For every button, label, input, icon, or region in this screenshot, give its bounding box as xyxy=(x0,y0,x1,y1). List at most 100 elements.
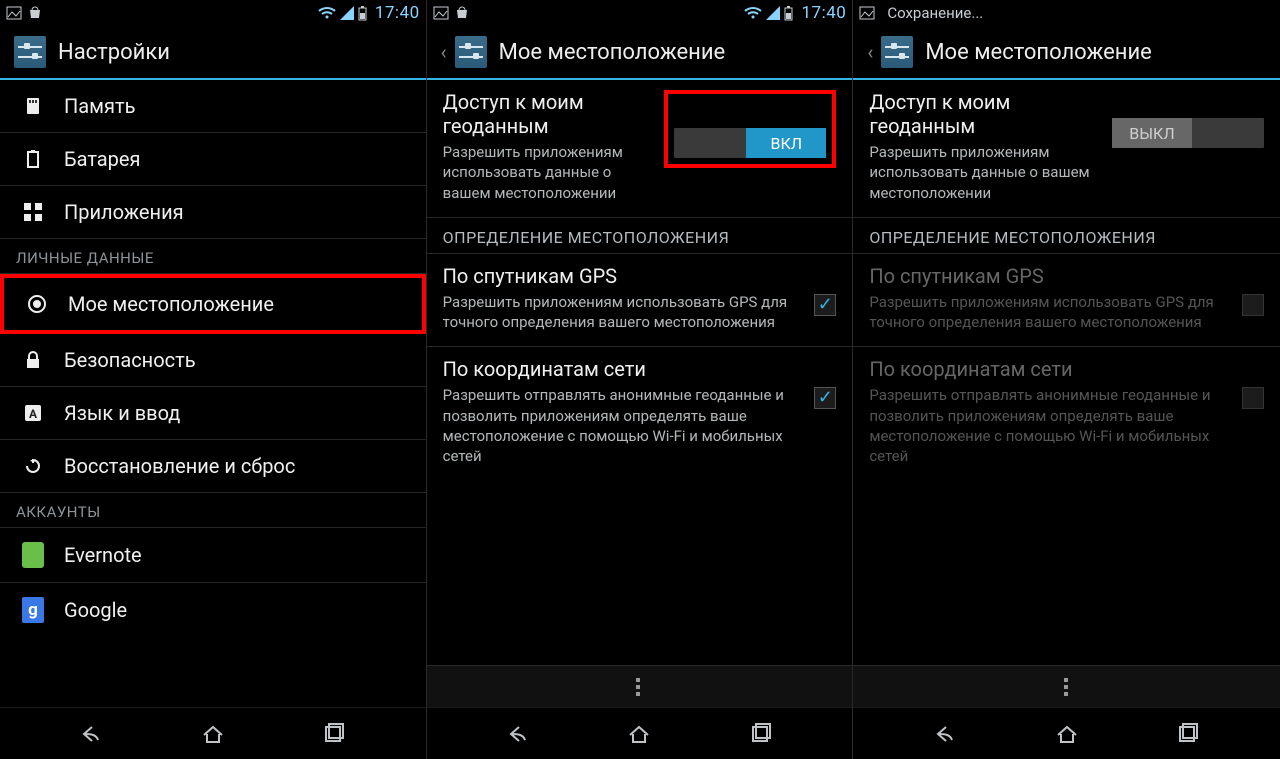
label: Приложения xyxy=(64,200,184,224)
label: Язык и ввод xyxy=(64,401,180,425)
back-button[interactable] xyxy=(915,716,975,752)
label: Батарея xyxy=(64,147,140,171)
label: Мое местоположение xyxy=(68,292,274,316)
label: Восстановление и сброс xyxy=(64,454,295,478)
back-button[interactable] xyxy=(488,716,548,752)
row-battery[interactable]: Батарея xyxy=(0,133,426,186)
status-bar: 17:40 xyxy=(0,0,426,26)
settings-icon xyxy=(14,36,46,68)
desc: Разрешить отправлять анонимные геоданные… xyxy=(869,385,1230,466)
restore-icon xyxy=(22,456,44,476)
title: По координатам сети xyxy=(869,357,1230,381)
label: Безопасность xyxy=(64,348,196,372)
wifi-icon xyxy=(318,6,336,20)
desc: Разрешить приложениям использовать данны… xyxy=(443,142,653,203)
geo-toggle[interactable]: ВЫКЛ xyxy=(1112,118,1264,148)
section-detect: ОПРЕДЕЛЕНИЕ МЕСТОПОЛОЖЕНИЯ xyxy=(853,218,1280,254)
title: По координатам сети xyxy=(443,357,803,381)
back-chevron-icon: ‹ xyxy=(441,40,447,64)
battery-icon xyxy=(22,149,44,169)
lock-icon xyxy=(22,350,44,370)
row-apps[interactable]: Приложения xyxy=(0,186,426,239)
section-detect: ОПРЕДЕЛЕНИЕ МЕСТОПОЛОЖЕНИЯ xyxy=(427,218,853,254)
app-header[interactable]: ‹ Мое местоположение xyxy=(853,26,1280,80)
overflow-bar xyxy=(427,665,853,707)
location-settings: Доступ к моим геоданным Разрешить прилож… xyxy=(853,80,1280,707)
battery-icon xyxy=(784,6,793,21)
page-title: Настройки xyxy=(58,40,170,65)
overflow-icon[interactable] xyxy=(636,678,642,696)
apps-icon xyxy=(22,202,44,222)
picture-icon xyxy=(6,6,22,20)
geo-toggle[interactable]: ВКЛ xyxy=(674,128,826,158)
back-chevron-icon: ‹ xyxy=(867,40,873,64)
recent-button[interactable] xyxy=(304,716,364,752)
page-title: Мое местоположение xyxy=(925,40,1152,65)
gps-checkbox xyxy=(1242,294,1264,316)
clock: 17:40 xyxy=(801,3,846,23)
label: Память xyxy=(64,94,135,118)
screen-settings: 17:40 Настройки Память Батарея Приложени… xyxy=(0,0,427,759)
overflow-icon[interactable] xyxy=(1064,678,1070,696)
back-button[interactable] xyxy=(61,716,121,752)
row-network-disabled: По координатам сети Разрешить отправлять… xyxy=(853,347,1280,480)
nav-bar xyxy=(0,707,426,759)
settings-list: Память Батарея Приложения ЛИЧНЫЕ ДАННЫЕ … xyxy=(0,80,426,707)
title: По спутникам GPS xyxy=(443,264,803,288)
shopping-icon xyxy=(455,6,469,20)
app-header: Настройки xyxy=(0,26,426,80)
desc: Разрешить приложениям использовать GPS д… xyxy=(869,292,1230,333)
title: По спутникам GPS xyxy=(869,264,1230,288)
label: Google xyxy=(64,598,127,622)
settings-icon xyxy=(455,36,487,68)
language-icon: A xyxy=(22,403,44,423)
row-geo-access[interactable]: Доступ к моим геоданным Разрешить прилож… xyxy=(853,80,1280,218)
row-geo-access[interactable]: Доступ к моим геоданным Разрешить прилож… xyxy=(427,80,853,218)
label: Evernote xyxy=(64,543,142,567)
home-button[interactable] xyxy=(609,716,669,752)
picture-icon xyxy=(859,6,875,20)
signal-icon xyxy=(340,6,354,20)
row-google[interactable]: g Google xyxy=(0,583,426,637)
sd-card-icon xyxy=(22,96,44,116)
overflow-bar xyxy=(853,665,1280,707)
title: Доступ к моим геоданным xyxy=(443,90,653,138)
row-security[interactable]: Безопасность xyxy=(0,334,426,387)
desc: Разрешить отправлять анонимные геоданные… xyxy=(443,385,803,466)
app-header[interactable]: ‹ Мое местоположение xyxy=(427,26,853,80)
google-icon: g xyxy=(22,597,44,623)
saving-label: Сохранение... xyxy=(887,4,983,22)
page-title: Мое местоположение xyxy=(499,40,726,65)
row-language[interactable]: A Язык и ввод xyxy=(0,387,426,440)
status-bar: Сохранение... xyxy=(853,0,1280,26)
row-location[interactable]: Мое местоположение xyxy=(0,274,426,334)
row-restore[interactable]: Восстановление и сброс xyxy=(0,440,426,493)
clock: 17:40 xyxy=(375,3,420,23)
home-button[interactable] xyxy=(1037,716,1097,752)
nav-bar xyxy=(427,707,853,759)
battery-icon xyxy=(358,6,367,21)
network-checkbox xyxy=(1242,387,1264,409)
row-network[interactable]: По координатам сети Разрешить отправлять… xyxy=(427,347,853,480)
row-evernote[interactable]: Evernote xyxy=(0,528,426,583)
title: Доступ к моим геоданным xyxy=(869,90,1100,138)
row-gps[interactable]: По спутникам GPS Разрешить приложениям и… xyxy=(427,254,853,348)
desc: Разрешить приложениям использовать данны… xyxy=(869,142,1100,203)
recent-button[interactable] xyxy=(731,716,791,752)
screen-location-on: 17:40 ‹ Мое местоположение Доступ к моим… xyxy=(427,0,854,759)
evernote-icon xyxy=(22,542,44,568)
row-gps-disabled: По спутникам GPS Разрешить приложениям и… xyxy=(853,254,1280,348)
nav-bar xyxy=(853,707,1280,759)
gps-checkbox[interactable]: ✓ xyxy=(814,294,836,316)
svg-text:A: A xyxy=(29,407,38,421)
recent-button[interactable] xyxy=(1158,716,1218,752)
section-personal: ЛИЧНЫЕ ДАННЫЕ xyxy=(0,239,426,274)
screen-location-off: Сохранение... ‹ Мое местоположение Досту… xyxy=(853,0,1280,759)
home-button[interactable] xyxy=(183,716,243,752)
network-checkbox[interactable]: ✓ xyxy=(814,387,836,409)
shopping-icon xyxy=(28,6,42,20)
toggle-thumb: ВКЛ xyxy=(746,128,826,158)
picture-icon xyxy=(433,6,449,20)
row-memory[interactable]: Память xyxy=(0,80,426,133)
desc: Разрешить приложениям использовать GPS д… xyxy=(443,292,803,333)
